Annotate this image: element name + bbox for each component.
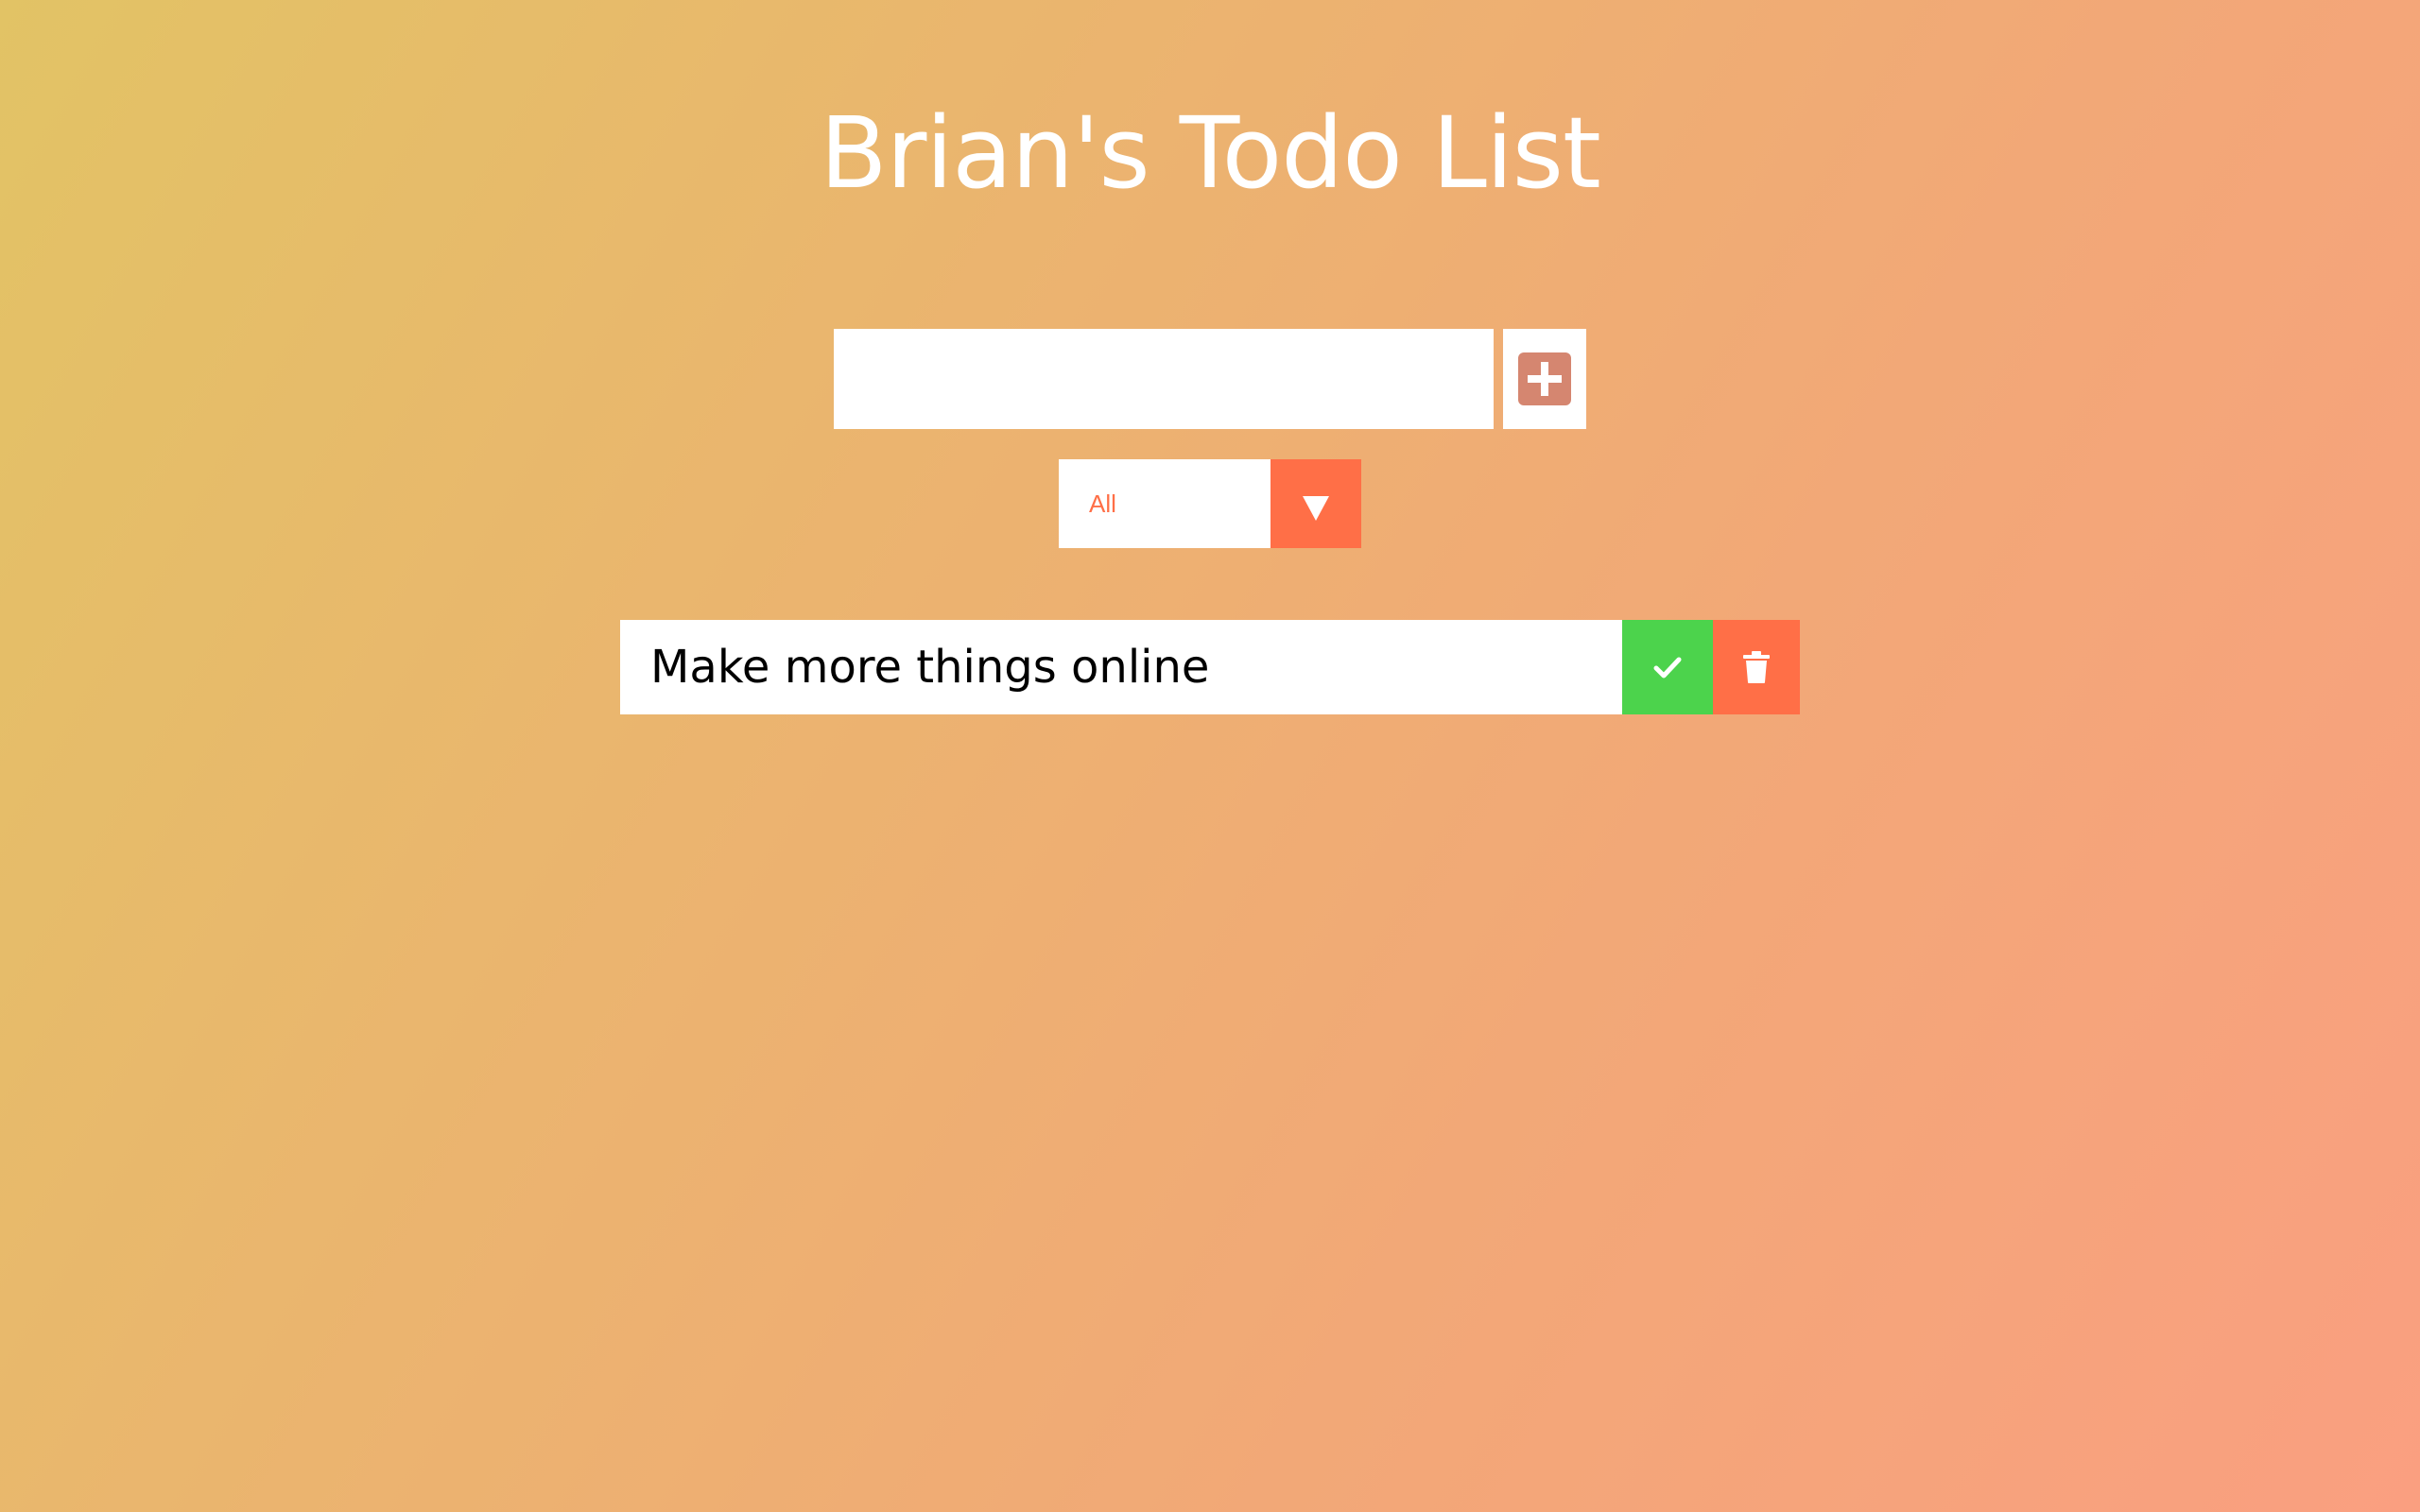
todo-item: Make more things online bbox=[620, 620, 1800, 714]
filter-selected-value: All bbox=[1089, 490, 1116, 518]
complete-button[interactable] bbox=[1622, 620, 1713, 714]
plus-square-icon bbox=[1518, 352, 1571, 405]
filter-dropdown-toggle[interactable] bbox=[1270, 459, 1361, 548]
check-icon bbox=[1653, 657, 1682, 679]
trash-icon bbox=[1743, 651, 1770, 683]
chevron-down-icon bbox=[1303, 496, 1329, 521]
page-title: Brian's Todo List bbox=[820, 95, 1600, 211]
todo-item-text: Make more things online bbox=[620, 620, 1622, 714]
todo-input[interactable] bbox=[834, 329, 1494, 429]
add-todo-button[interactable] bbox=[1503, 329, 1586, 429]
filter-select[interactable]: All bbox=[1059, 459, 1361, 548]
delete-button[interactable] bbox=[1713, 620, 1800, 714]
